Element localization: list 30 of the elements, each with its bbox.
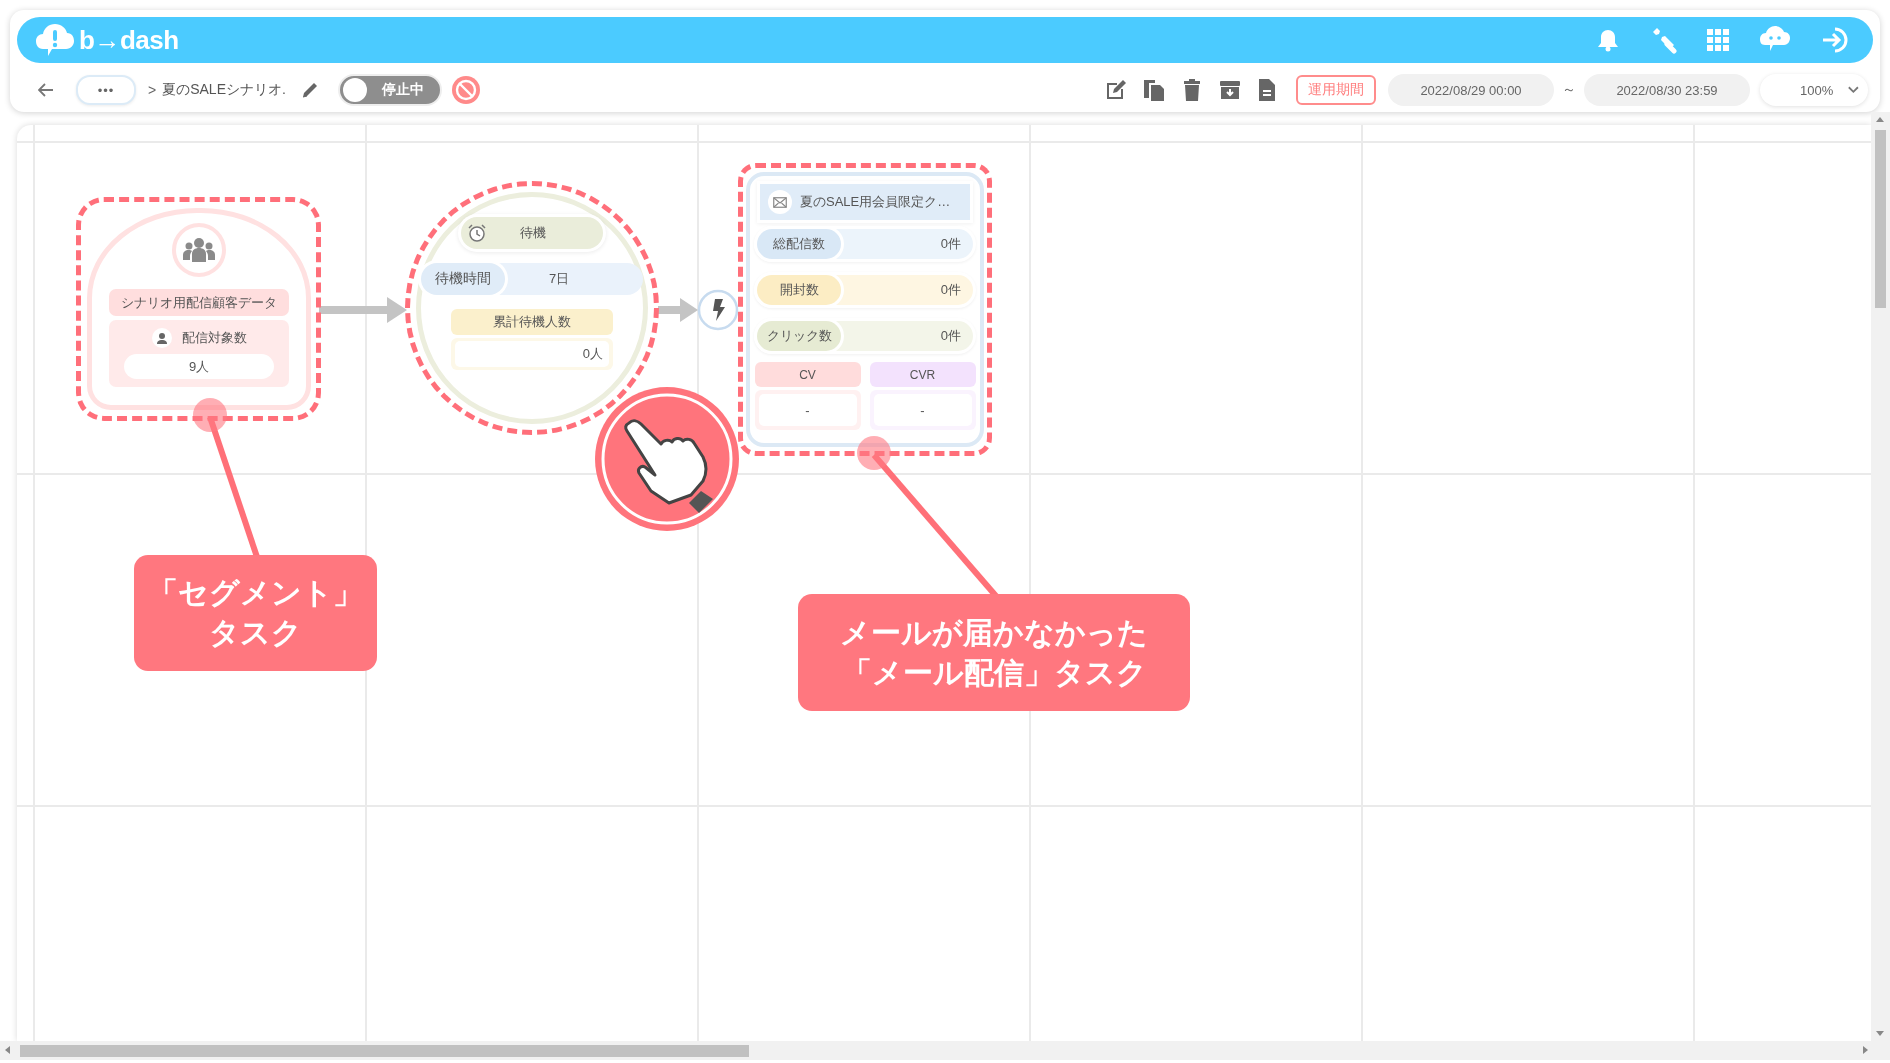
stat-label: 総配信数 xyxy=(757,229,841,259)
stat-value: 0件 xyxy=(939,281,962,299)
wait-time-value: 7日 xyxy=(547,270,571,288)
rate-value: - xyxy=(873,394,972,426)
wait-task-header[interactable]: 待機 xyxy=(461,217,603,249)
waiting-count-value: 0人 xyxy=(455,341,609,367)
range-separator: ～ xyxy=(1562,81,1576,99)
rate-label: CVR xyxy=(869,362,976,387)
stat-value: 0件 xyxy=(939,327,962,345)
breadcrumb-separator: > xyxy=(148,82,157,98)
wait-time-label: 待機時間 xyxy=(421,263,505,295)
stat-value: 0件 xyxy=(939,235,962,253)
more-button[interactable]: ••• xyxy=(76,75,136,105)
logo-text: b→dash xyxy=(79,24,179,56)
rate-value: - xyxy=(758,394,857,426)
rate-label: CV xyxy=(754,362,861,387)
scenario-name: 夏のSALEシナリオ. xyxy=(162,81,286,99)
callout-label: メールが届かなかった「メール配信」タスク xyxy=(839,614,1149,691)
start-date-field[interactable]: 2022/08/29 00:00 xyxy=(1388,74,1554,106)
segment-title: シナリオ用配信顧客データ xyxy=(109,289,289,316)
count-value: 9人 xyxy=(124,354,274,379)
stat-label: 開封数 xyxy=(757,275,841,305)
status-toggle[interactable]: 停止中 xyxy=(337,74,442,106)
callout-label: 「セグメント」タスク xyxy=(147,575,364,651)
end-date-field[interactable]: 2022/08/30 23:59 xyxy=(1584,74,1750,106)
zoom-select[interactable]: 100% xyxy=(1760,74,1868,106)
waiting-count-label: 累計待機人数 xyxy=(451,309,613,335)
count-label: 配信対象数 xyxy=(181,329,247,347)
mail-task-header[interactable]: 夏のSALE用会員限定ク… xyxy=(760,184,970,220)
stat-label: クリック数 xyxy=(757,321,841,351)
